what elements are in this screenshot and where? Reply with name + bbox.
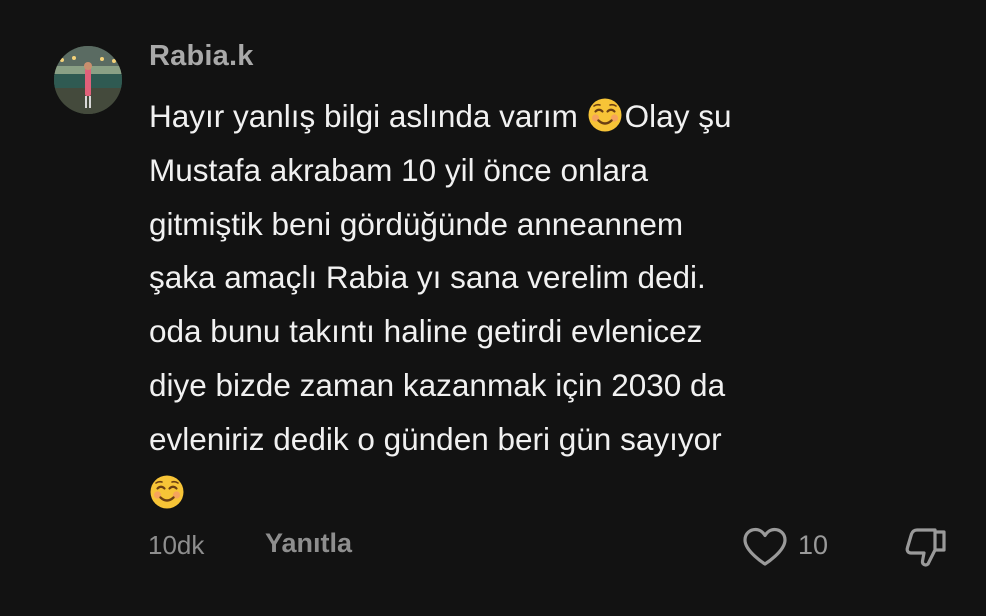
comment-line: Hayır yanlış bilgi aslında varım Olay şu (149, 97, 732, 134)
smiling-face-icon (587, 97, 623, 133)
username[interactable]: Rabia.k (149, 40, 254, 73)
comment-text: Hayır yanlış bilgi aslında varım Olay şu… (149, 90, 949, 520)
like-button[interactable]: 10 (741, 524, 841, 568)
smiling-face-icon (149, 474, 185, 510)
comment-line (149, 467, 949, 521)
comment-line: oda bunu takıntı haline getirdi evlenice… (149, 313, 703, 350)
comment-footer: 10dk Yanıtla 10 (0, 524, 986, 570)
comment-line: şaka amaçlı Rabia yı sana verelim dedi. (149, 259, 706, 296)
like-count: 10 (798, 530, 829, 560)
comment-item: Rabia.k Hayır yanlış bilgi aslında varım… (0, 0, 986, 616)
comment-line: gitmiştik beni gördüğünde anneannem (149, 205, 684, 242)
comment-line: evleniriz dedik o günden beri gün sayıyo… (149, 420, 722, 457)
comment-line: Mustafa akrabam 10 yil önce onlara (149, 151, 649, 188)
heart-outline-icon[interactable] (741, 527, 789, 572)
dislike-button[interactable] (902, 526, 952, 570)
thumbs-down-icon[interactable] (902, 528, 950, 574)
timestamp: 10dk (148, 530, 205, 560)
avatar[interactable] (54, 46, 122, 114)
comment-line: diye bizde zaman kazanmak için 2030 da (149, 366, 726, 403)
reply-button[interactable]: Yanıtla (265, 528, 352, 559)
